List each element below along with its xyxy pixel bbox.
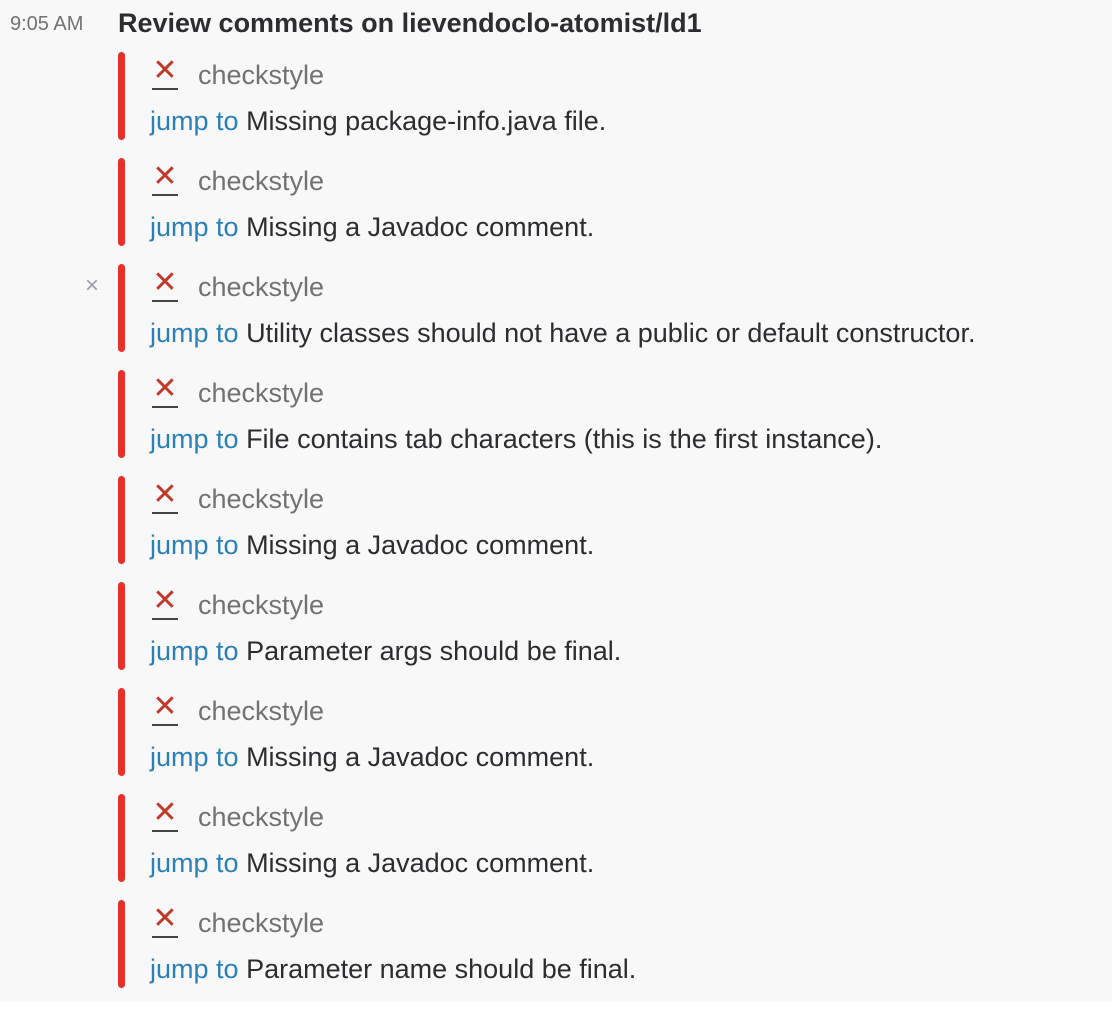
attachment-text: jump to Missing a Javadoc comment. [150,846,594,880]
error-x-icon: ✕ [150,162,180,196]
error-x-icon: ✕ [150,798,180,832]
attachment-comment: Missing a Javadoc comment. [246,742,595,772]
error-x-icon: ✕ [150,586,180,620]
attachment-author: ✕ checkstyle [150,692,325,728]
error-x-icon: ✕ [150,374,180,408]
attachment-author-name: checkstyle [198,908,325,938]
jump-to-link[interactable]: jump to [150,318,239,348]
attachment-author: ✕ checkstyle [150,586,325,622]
error-x-icon: ✕ [150,692,180,726]
attachment-comment: Parameter args should be final. [246,636,622,666]
attachment-text: jump to Missing a Javadoc comment. [150,740,594,774]
attachment-author: ✕ checkstyle [150,904,325,940]
attachment-text: jump to Missing a Javadoc comment. [150,528,594,562]
attachment-author-name: checkstyle [198,802,325,832]
attachment-text: jump to Missing a Javadoc comment. [150,210,594,244]
jump-to-link[interactable]: jump to [150,636,239,666]
attachment-text: jump to Parameter name should be final. [150,952,636,986]
jump-to-link[interactable]: jump to [150,742,239,772]
jump-to-link[interactable]: jump to [150,424,239,454]
attachment-author-name: checkstyle [198,696,325,726]
error-x-icon: ✕ [150,480,180,514]
attachment-author: ✕ checkstyle [150,798,325,834]
message: 9:05 AM Review comments on lievendoclo-a… [0,0,1112,1002]
attachment-text: jump to Missing package-info.java file. [150,104,606,138]
attachment-author: ✕ checkstyle [150,162,325,198]
jump-to-link[interactable]: jump to [150,106,239,136]
attachment-color-bar [118,688,125,776]
message-title: Review comments on lievendoclo-atomist/l… [118,8,702,38]
attachment-color-bar [118,476,125,564]
jump-to-link[interactable]: jump to [150,212,239,242]
jump-to-link[interactable]: jump to [150,530,239,560]
attachment-color-bar [118,794,125,882]
attachment-author: ✕ checkstyle [150,268,325,304]
attachment-text: jump to Utility classes should not have … [150,316,975,350]
attachment-color-bar [118,900,125,988]
attachment-text: jump to Parameter args should be final. [150,634,621,668]
error-x-icon: ✕ [150,268,180,302]
attachment-comment: Missing a Javadoc comment. [246,530,595,560]
attachment-author-name: checkstyle [198,60,325,90]
attachment-color-bar [118,52,125,140]
attachment-author-name: checkstyle [198,590,325,620]
attachment-author-name: checkstyle [198,166,325,196]
error-x-icon: ✕ [150,904,180,938]
attachment-color-bar [118,158,125,246]
attachment-author: ✕ checkstyle [150,374,325,410]
error-x-icon: ✕ [150,56,180,90]
attachment-color-bar [118,264,125,352]
attachment-author-name: checkstyle [198,378,325,408]
attachment-author: ✕ checkstyle [150,56,325,92]
attachment-author-name: checkstyle [198,272,325,302]
attachment-color-bar [118,370,125,458]
attachment-color-bar [118,582,125,670]
attachment-author-name: checkstyle [198,484,325,514]
attachment-comment: File contains tab characters (this is th… [246,424,883,454]
attachment-text: jump to File contains tab characters (th… [150,422,882,456]
attachment-comment: Missing a Javadoc comment. [246,848,595,878]
message-timestamp[interactable]: 9:05 AM [10,10,83,38]
jump-to-link[interactable]: jump to [150,954,239,984]
attachment-comment: Parameter name should be final. [246,954,637,984]
attachment-comment: Missing package-info.java file. [246,106,607,136]
dismiss-close-icon[interactable]: × [85,274,99,298]
jump-to-link[interactable]: jump to [150,848,239,878]
attachment-author: ✕ checkstyle [150,480,325,516]
attachment-comment: Missing a Javadoc comment. [246,212,595,242]
attachment-comment: Utility classes should not have a public… [246,318,976,348]
